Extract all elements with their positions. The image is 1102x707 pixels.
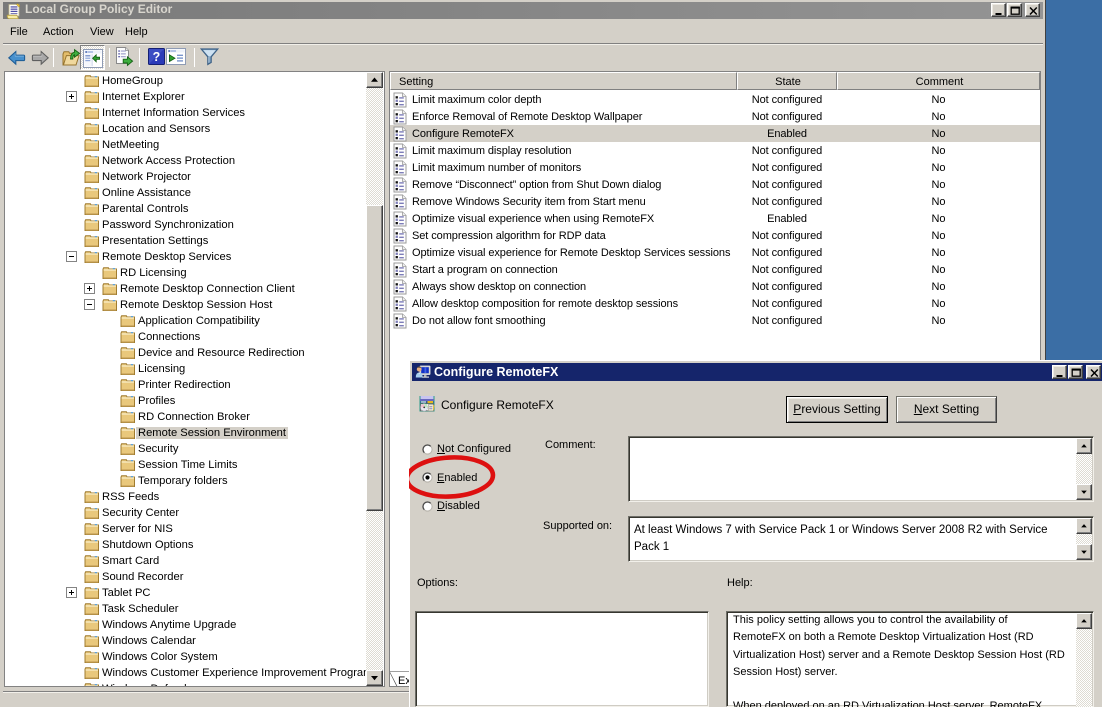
svg-text:?: ? bbox=[153, 50, 161, 64]
